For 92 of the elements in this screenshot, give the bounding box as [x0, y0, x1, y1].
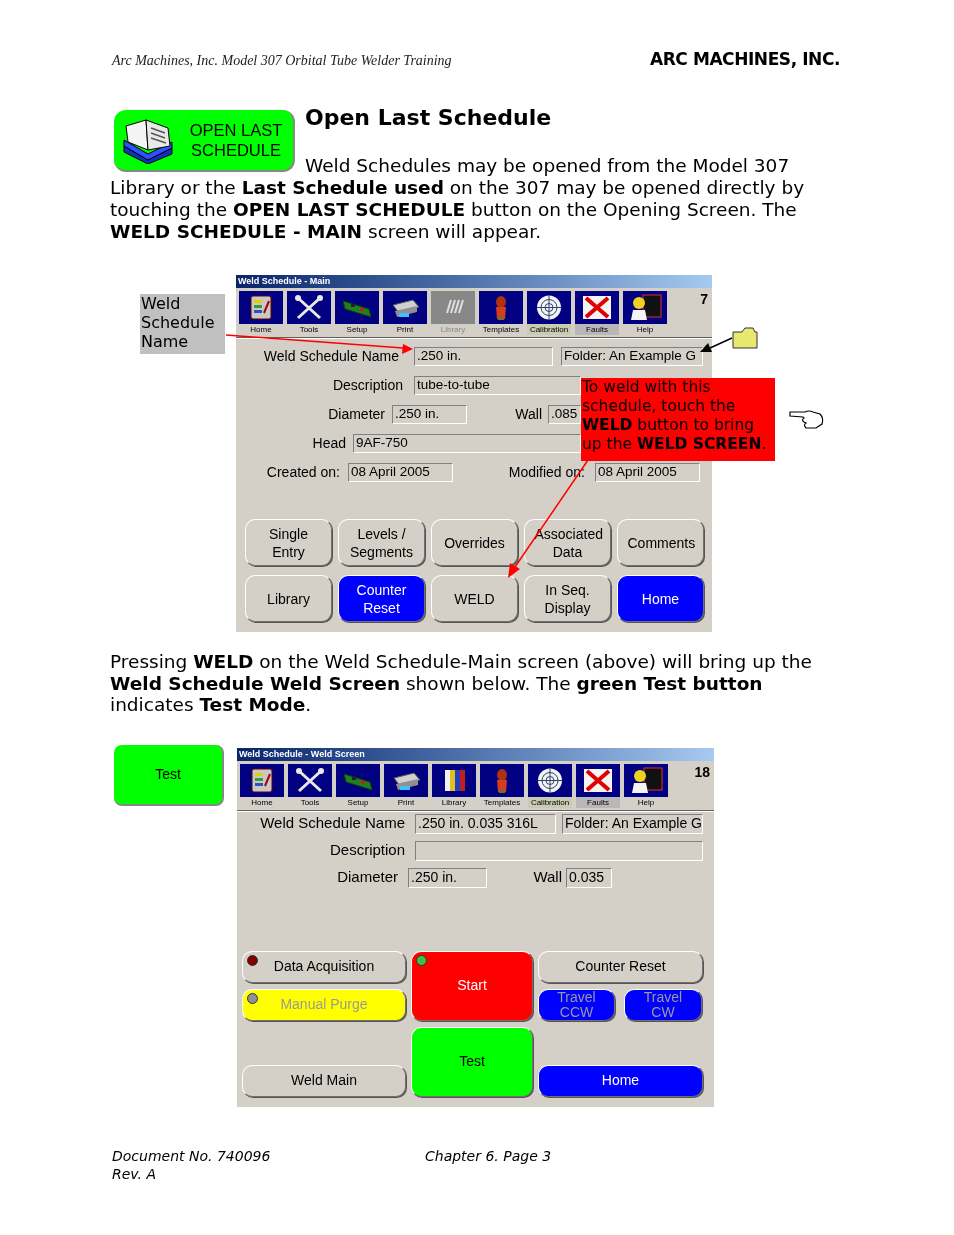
- panel-icon: [239, 291, 283, 324]
- toolbar-button[interactable]: Tools: [288, 763, 332, 808]
- toolbar-button[interactable]: Home: [240, 763, 284, 808]
- text-field[interactable]: 0.035: [566, 867, 612, 888]
- screen-button[interactable]: Library: [245, 575, 332, 622]
- text-field[interactable]: 9AF-750: [353, 434, 581, 453]
- field-label: Description: [332, 376, 403, 395]
- field-label: Diameter: [328, 405, 385, 424]
- printer-icon: [384, 763, 428, 797]
- screen-button[interactable]: Counter Reset: [338, 575, 425, 622]
- toolbar-button[interactable]: Faults: [575, 291, 619, 335]
- window-title: Weld Schedule - Main: [236, 275, 712, 288]
- screen-number: 18: [694, 764, 710, 779]
- figurine-icon: [480, 763, 524, 797]
- text-field[interactable]: .250 in.: [414, 347, 553, 366]
- toolbar-button[interactable]: Print: [383, 291, 427, 335]
- toolbar-button[interactable]: Setup: [335, 291, 379, 335]
- screen-button[interactable]: WELD: [431, 575, 518, 622]
- toolbar-button[interactable]: Home: [239, 291, 283, 335]
- company-logo: ARC MACHINES, INC.: [649, 48, 840, 72]
- field-label: Weld Schedule Name: [260, 813, 405, 834]
- field-label: Diameter: [337, 867, 398, 888]
- toolbar-button[interactable]: Faults: [576, 763, 620, 808]
- screen-button[interactable]: Test: [411, 1026, 533, 1097]
- section-heading: Open Last Schedule: [305, 105, 553, 131]
- annotation-label: Weld Schedule Name: [140, 294, 225, 354]
- disabled-icon: [431, 291, 475, 324]
- target-icon: [528, 763, 572, 797]
- text-field[interactable]: .085: [548, 405, 581, 424]
- screen-button[interactable]: Overrides: [431, 519, 518, 566]
- window-title: Weld Schedule - Weld Screen: [237, 747, 714, 761]
- text-field[interactable]: Folder: An Example G: [561, 347, 703, 366]
- toolbar-button[interactable]: Print: [384, 763, 428, 808]
- text-field[interactable]: 08 April 2005: [348, 463, 453, 482]
- toolbar-button[interactable]: Calibration: [528, 763, 572, 808]
- tools-icon: [288, 763, 332, 797]
- screen-number: 7: [700, 292, 708, 306]
- x-icon: [575, 291, 619, 324]
- field-label: Wall: [533, 867, 562, 888]
- toolbar-button[interactable]: Tools: [287, 291, 331, 335]
- callout: To weld with this schedule, touch the WELD button to bring up the WELD SCREEN.: [581, 378, 775, 461]
- field-label: Description: [329, 840, 405, 861]
- circuit-board-icon: [335, 291, 379, 324]
- text-field[interactable]: Folder: An Example G: [562, 813, 703, 834]
- person-with-board-icon: [624, 763, 668, 797]
- toolbar-button[interactable]: Setup: [336, 763, 380, 808]
- book-icon: [120, 116, 176, 164]
- test-button[interactable]: Test: [114, 744, 224, 806]
- running-header: Arc Machines, Inc. Model 307 Orbital Tube Welder Training: [112, 51, 452, 70]
- person-with-board-icon: [623, 291, 667, 324]
- text-field[interactable]: .250 in. 0.035 316L: [415, 813, 556, 834]
- screen-button[interactable]: Home: [538, 1064, 703, 1097]
- target-icon: [527, 291, 571, 324]
- folder-icon: [732, 327, 758, 349]
- panel-icon: [240, 763, 284, 797]
- field-label: Created on:: [266, 463, 340, 482]
- printer-icon: [383, 291, 427, 324]
- field-label: Weld Schedule Name: [263, 347, 399, 366]
- screen-button[interactable]: Home: [617, 575, 704, 622]
- pointing-hand-icon: [789, 410, 824, 429]
- text-field[interactable]: .250 in.: [408, 867, 487, 888]
- x-icon: [576, 763, 620, 797]
- toolbar-button[interactable]: Library: [432, 763, 476, 808]
- screen-button[interactable]: Weld Main: [242, 1064, 406, 1097]
- toolbar-button[interactable]: Help: [624, 763, 668, 808]
- books-icon: [432, 763, 476, 797]
- field-label: Head: [312, 434, 346, 453]
- arrow: [700, 337, 733, 352]
- revision: Rev. A: [112, 1165, 156, 1182]
- screen-button[interactable]: Single Entry: [245, 519, 332, 566]
- text-field[interactable]: .250 in.: [392, 405, 467, 424]
- figurine-icon: [479, 291, 523, 324]
- screen-button[interactable]: Levels / Segments: [338, 519, 425, 566]
- text-field[interactable]: [415, 840, 703, 861]
- toolbar-button[interactable]: Templates: [480, 763, 524, 808]
- screen-button[interactable]: In Seq. Display: [524, 575, 611, 622]
- document-number: Document No. 740096: [112, 1146, 272, 1165]
- screen-button[interactable]: Start: [411, 950, 533, 1021]
- circuit-board-icon: [336, 763, 380, 797]
- toolbar-button[interactable]: Templates: [479, 291, 523, 335]
- open-last-schedule-button[interactable]: OPEN LAST SCHEDULE: [114, 110, 295, 172]
- toolbar-button[interactable]: Calibration: [527, 291, 571, 335]
- page-number: Chapter 6. Page 3: [425, 1146, 552, 1165]
- paragraph: Pressing WELD on the Weld Schedule-Main screen (above) will bring up the Weld Schedule Weld Screen shown below. The green Test button indicates Test Mode.: [110, 651, 813, 716]
- screen-button[interactable]: Data Acquisition: [242, 950, 406, 983]
- text-field[interactable]: tube-to-tube: [414, 376, 581, 395]
- screen-button[interactable]: Counter Reset: [538, 950, 703, 983]
- toolbar-button[interactable]: Help: [623, 291, 667, 335]
- tools-icon: [287, 291, 331, 324]
- text-field[interactable]: 08 April 2005: [595, 463, 700, 482]
- field-label: Wall: [515, 405, 542, 424]
- screen-button[interactable]: Comments: [617, 519, 704, 566]
